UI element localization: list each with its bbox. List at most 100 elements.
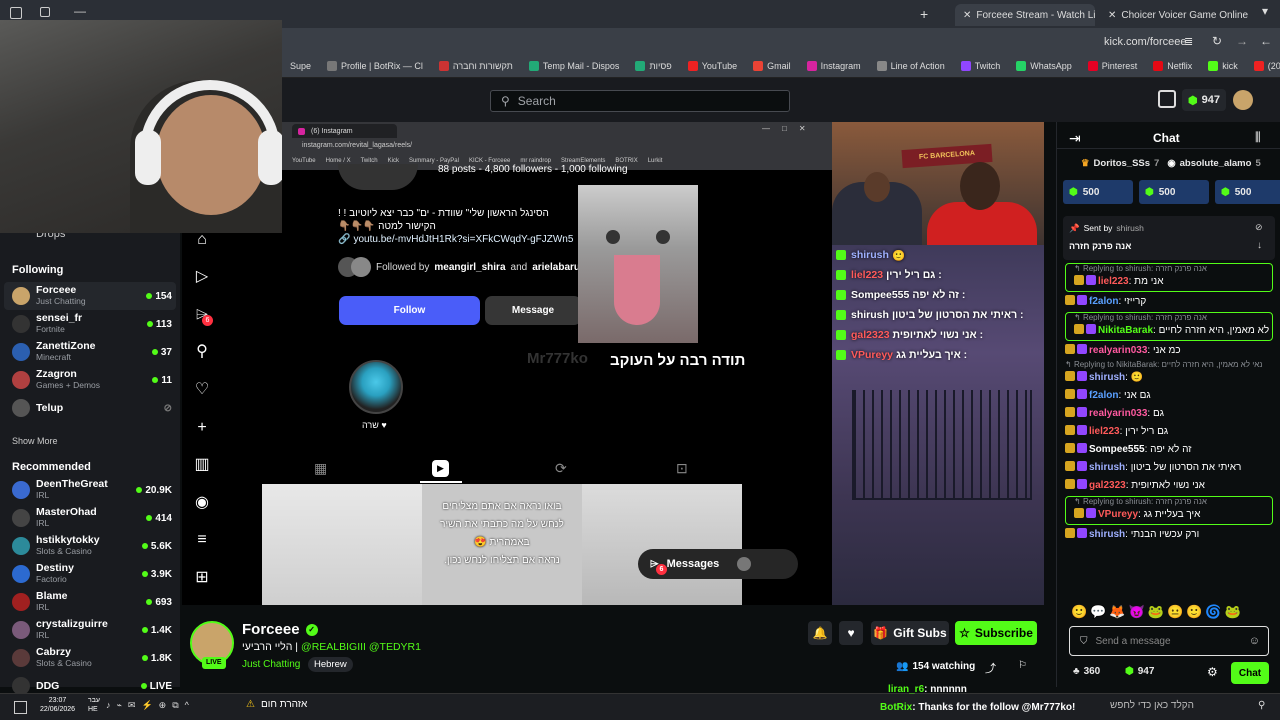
bookmark-item[interactable]: Temp Mail - Dispos	[521, 61, 628, 71]
send-chat-button[interactable]: Chat	[1231, 662, 1269, 684]
gift-tier-card[interactable]: ⬢ 500	[1139, 180, 1209, 204]
emote-icon[interactable]: 💬	[1090, 604, 1106, 620]
kicks-wallet[interactable]: ⬢ 947	[1125, 666, 1154, 677]
address-bar[interactable]: kick.com/forceee	[1104, 36, 1187, 48]
home-icon[interactable]: ⌂	[192, 230, 212, 250]
search-input[interactable]: ⚲ Search	[490, 90, 790, 112]
chat-message[interactable]: gal2323: אני נשוי לאתיופית	[1057, 477, 1280, 495]
bookmark-item[interactable]: Line of Action	[869, 61, 953, 71]
chat-username[interactable]: shirush	[1089, 462, 1125, 473]
bookmark-item[interactable]: Netflix	[1145, 61, 1200, 71]
bookmark-item[interactable]: (200) YouTube	[1246, 61, 1280, 71]
weather-widget[interactable]: ⚠ אזהרת חום	[246, 699, 307, 710]
story-highlight[interactable]	[349, 360, 403, 414]
reels-icon[interactable]: ▷	[192, 267, 212, 287]
tab-grid-icon[interactable]	[40, 7, 50, 17]
pinned-message[interactable]: 📌 Sent by shirush אנה פרנק חזרה ⊘ ↓	[1063, 216, 1275, 260]
ig-bookmark-item[interactable]: YouTube	[292, 158, 316, 164]
heart-icon[interactable]: ♡	[192, 380, 212, 400]
dashboard-icon[interactable]: ▥	[192, 455, 212, 475]
chat-username[interactable]: gal2323	[1089, 480, 1126, 491]
chat-username[interactable]: VPureyy	[1098, 509, 1138, 520]
emote-icon[interactable]: 🦊	[1109, 604, 1125, 620]
chat-message[interactable]: f2alon: קרייזי	[1057, 293, 1280, 311]
bookmark-item[interactable]: YouTube	[680, 61, 745, 71]
notification-bell-icon[interactable]: 🔔	[808, 621, 832, 645]
bookmark-item[interactable]: Twitch	[953, 61, 1009, 71]
bookmark-item[interactable]: פסיות	[627, 61, 679, 71]
chat-input[interactable]: ⛉ Send a message ☺	[1069, 626, 1269, 656]
reader-mode-icon[interactable]: ≣	[1184, 35, 1193, 48]
emote-icon[interactable]: 🙂	[1071, 604, 1087, 620]
search-icon[interactable]: ⚲	[1258, 700, 1265, 711]
chat-username[interactable]: shirush	[1089, 372, 1125, 383]
sidebar-channel-cabrzy[interactable]: Cabrzy Slots & Casino 1.8K	[4, 644, 176, 672]
tab-forceee[interactable]: ✕ Forceee Stream - Watch Liv	[955, 4, 1095, 26]
sidebar-channel-forceee[interactable]: Forceee Just Chatting 154	[4, 282, 176, 310]
sidebar-channel-zzagron[interactable]: Zzagron Games + Demos 11	[4, 366, 176, 394]
gift-subs-button[interactable]: 🎁 Gift Subs	[871, 621, 949, 645]
emote-icon[interactable]: 😐	[1167, 604, 1183, 620]
chat-username[interactable]: shirush	[1089, 529, 1125, 540]
chat-settings-icon[interactable]: ⫼	[1255, 130, 1261, 145]
unpin-icon[interactable]: ⊘	[1255, 222, 1263, 233]
tagged-tab-icon[interactable]: ⊡	[676, 460, 688, 477]
message-button[interactable]: Message	[485, 296, 581, 325]
chat-message[interactable]: ↰ Replying to shirush: אנה פרנק חזרה VPur…	[1065, 496, 1273, 525]
chat-message[interactable]: ↰ Replying to shirush: אנה פרנק חזרה Niki…	[1065, 312, 1273, 341]
language-indicator[interactable]: עבר HE	[88, 696, 100, 714]
chat-username[interactable]: Sompee555	[1089, 444, 1145, 455]
start-icon[interactable]	[14, 701, 27, 714]
sidebar-channel-zanettizone[interactable]: ZanettiZone Minecraft 37	[4, 338, 176, 366]
reel-thumbnail[interactable]: בואו נראה אם אתם מצליחים לנחש על מה כתבת…	[422, 484, 582, 605]
emote-icon[interactable]: 🌀	[1205, 604, 1221, 620]
sidebar-channel-sensei_fr[interactable]: sensei_fr Fortnite 113	[4, 310, 176, 338]
minimize-icon[interactable]: —	[74, 4, 86, 18]
gift-tier-card[interactable]: ⬢ 500	[1215, 180, 1280, 204]
collapse-chat-icon[interactable]: ⇥	[1069, 130, 1081, 147]
kicks-balance[interactable]: ⬢ 947	[1182, 89, 1226, 111]
chat-username[interactable]: realyarin033	[1089, 345, 1147, 356]
new-tab-icon[interactable]: +	[920, 6, 928, 22]
chat-message[interactable]: realyarin033: גם	[1057, 405, 1280, 423]
clock[interactable]: 23:07 22/06/2026	[40, 696, 75, 714]
close-icon[interactable]: ✕	[963, 10, 971, 21]
sidebar-channel-telup[interactable]: Telup ⊘	[4, 394, 176, 422]
search-icon[interactable]: ⚲	[192, 342, 212, 362]
reel-thumbnail[interactable]	[582, 484, 742, 605]
create-icon[interactable]: +	[192, 418, 212, 438]
chat-message[interactable]: shirush: ראיתי את הסרטון של ביטון	[1057, 459, 1280, 477]
reels-tab-icon[interactable]: ▶	[432, 460, 449, 477]
chat-settings-gear-icon[interactable]: ⚙	[1207, 665, 1218, 679]
window-controls-icon[interactable]: —□✕	[762, 124, 818, 133]
profile-icon[interactable]: ◉	[192, 493, 212, 513]
forward-icon[interactable]: →	[1236, 34, 1248, 48]
emote-icon[interactable]: 🐸	[1225, 604, 1241, 620]
chat-username[interactable]: f2alon	[1089, 390, 1118, 401]
chat-message[interactable]: f2alon: גם אני	[1057, 387, 1280, 405]
user-avatar[interactable]	[1233, 90, 1253, 110]
reel-thumbnail[interactable]	[262, 484, 422, 605]
sidebar-channel-masterohad[interactable]: MasterOhad IRL 414	[4, 504, 176, 532]
chat-message[interactable]: realyarin033: כמ אני	[1057, 342, 1280, 360]
chat-username[interactable]: NikitaBarak	[1098, 325, 1153, 336]
emote-icon[interactable]: 🐸	[1148, 604, 1164, 620]
bookmark-item[interactable]: WhatsApp	[1008, 61, 1080, 71]
bookmark-item[interactable]: Supe	[282, 61, 319, 71]
emote-icon[interactable]: 🙂	[1186, 604, 1202, 620]
chat-message[interactable]: ↰ Replying to NikitaBarak: נאי לא מאמין,…	[1057, 360, 1280, 387]
messages-pill[interactable]: ⌲ 6 Messages	[638, 549, 798, 579]
bookmark-item[interactable]: Gmail	[745, 61, 799, 71]
bookmark-item[interactable]: תקשורות וחברה	[431, 61, 521, 71]
bio-link[interactable]: 🔗 youtu.be/-mvHdJtH1Rk?si=XFkCWqdY-gFJZWn…	[338, 234, 573, 245]
direct-icon[interactable]: ⌲ 6	[192, 305, 213, 326]
chat-username[interactable]: liel223	[1098, 276, 1129, 287]
theatre-mode-icon[interactable]	[1158, 90, 1176, 108]
report-icon[interactable]: ⚐	[1018, 660, 1027, 671]
bookmark-item[interactable]: Instagram	[799, 61, 869, 71]
sidebar-channel-destiny[interactable]: Destiny Factorio 3.9K	[4, 560, 176, 588]
close-icon[interactable]: ✕	[1108, 10, 1116, 21]
sidebar-channel-blame[interactable]: Blame IRL 693	[4, 588, 176, 616]
gift-tier-card[interactable]: ⬢ 500	[1063, 180, 1133, 204]
category-link[interactable]: Just Chatting	[242, 659, 300, 670]
